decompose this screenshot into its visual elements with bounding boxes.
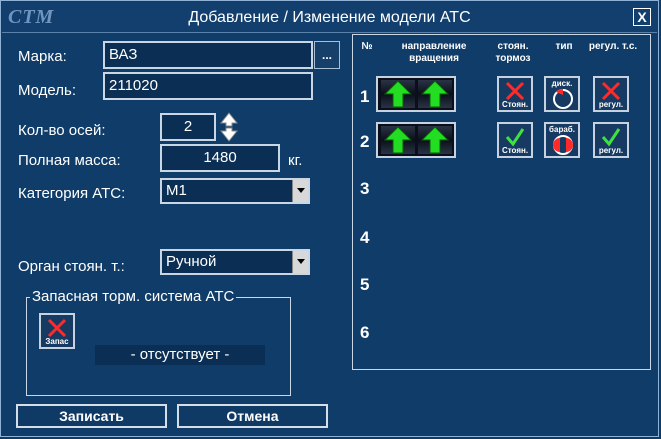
parking-brake-label: Стоян. — [501, 100, 529, 109]
reserve-status: - отсутствует - — [95, 345, 265, 365]
check-icon — [601, 128, 621, 147]
gross-mass-field[interactable]: 1480 — [160, 144, 280, 172]
rotation-direction-button[interactable] — [376, 122, 456, 158]
axle-number: 4 — [360, 228, 370, 247]
chevron-down-icon[interactable] — [292, 251, 308, 273]
regulator-toggle[interactable]: регул. — [593, 122, 629, 158]
axle-number: 1 — [360, 87, 370, 106]
axle-number: 2 — [360, 132, 370, 151]
regulator-toggle[interactable]: регул. — [593, 76, 629, 112]
parking-control-label: Орган стоян. т.: — [18, 258, 125, 275]
axles-count-field[interactable]: 2 — [160, 113, 216, 141]
regulator-label: регул. — [598, 100, 624, 109]
category-value: M1 — [166, 182, 187, 199]
header-regul: регул. т.с. — [588, 41, 638, 52]
save-button[interactable]: Записать — [16, 404, 167, 428]
arrow-up-icon — [384, 126, 412, 154]
title-bar: СТМ Добавление / Изменение модели АТС X — [2, 2, 657, 33]
header-parking-brake: стоян. тормоз — [495, 41, 531, 64]
header-type: тип — [555, 41, 573, 52]
brake-type-button[interactable]: бараб. — [544, 122, 580, 158]
drum-brake-icon — [553, 135, 573, 155]
axles-count-label: Кол-во осей: — [18, 122, 106, 139]
cross-icon — [47, 318, 67, 338]
cross-icon — [601, 81, 621, 101]
parking-control-value: Ручной — [166, 253, 217, 270]
reserve-brake-title: Запасная торм. система АТС — [30, 288, 237, 305]
reserve-brake-button[interactable]: Запас — [39, 313, 75, 349]
cross-icon — [505, 81, 525, 101]
make-browse-button[interactable]: ... — [314, 41, 340, 69]
category-select[interactable]: M1 — [160, 178, 310, 204]
make-label: Марка: — [18, 48, 67, 65]
gross-mass-label: Полная масса: — [18, 152, 121, 169]
parking-brake-toggle[interactable]: Стоян. — [497, 122, 533, 158]
up-down-arrows-icon[interactable] — [219, 112, 239, 142]
header-number: № — [361, 41, 373, 52]
chevron-down-icon[interactable] — [292, 180, 308, 202]
axle-number: 3 — [360, 179, 370, 198]
regulator-label: регул. — [598, 146, 624, 155]
brake-type-button[interactable]: диск. — [544, 76, 580, 112]
cancel-button[interactable]: Отмена — [177, 404, 328, 428]
axles-stepper[interactable] — [219, 112, 239, 142]
header-direction: направление вращения — [401, 41, 467, 64]
close-button[interactable]: X — [633, 8, 651, 26]
check-icon — [505, 128, 525, 147]
window-title: Добавление / Изменение модели АТС — [188, 9, 471, 26]
arrow-up-icon — [384, 80, 412, 108]
parking-control-select[interactable]: Ручной — [160, 249, 310, 275]
disc-brake-icon — [553, 89, 573, 109]
arrow-up-icon — [421, 126, 449, 154]
model-field[interactable]: 211020 — [103, 72, 313, 100]
rotation-direction-button[interactable] — [376, 76, 456, 112]
mass-unit-label: кг. — [288, 152, 303, 169]
model-label: Модель: — [18, 82, 77, 99]
parking-brake-toggle[interactable]: Стоян. — [497, 76, 533, 112]
category-label: Категория АТС: — [18, 185, 126, 202]
arrow-up-icon — [421, 80, 449, 108]
make-field[interactable]: ВАЗ — [103, 41, 313, 69]
axle-number: 6 — [360, 323, 370, 342]
parking-brake-label: Стоян. — [501, 146, 529, 155]
reserve-button-label: Запас — [45, 337, 69, 346]
axle-number: 5 — [360, 275, 370, 294]
